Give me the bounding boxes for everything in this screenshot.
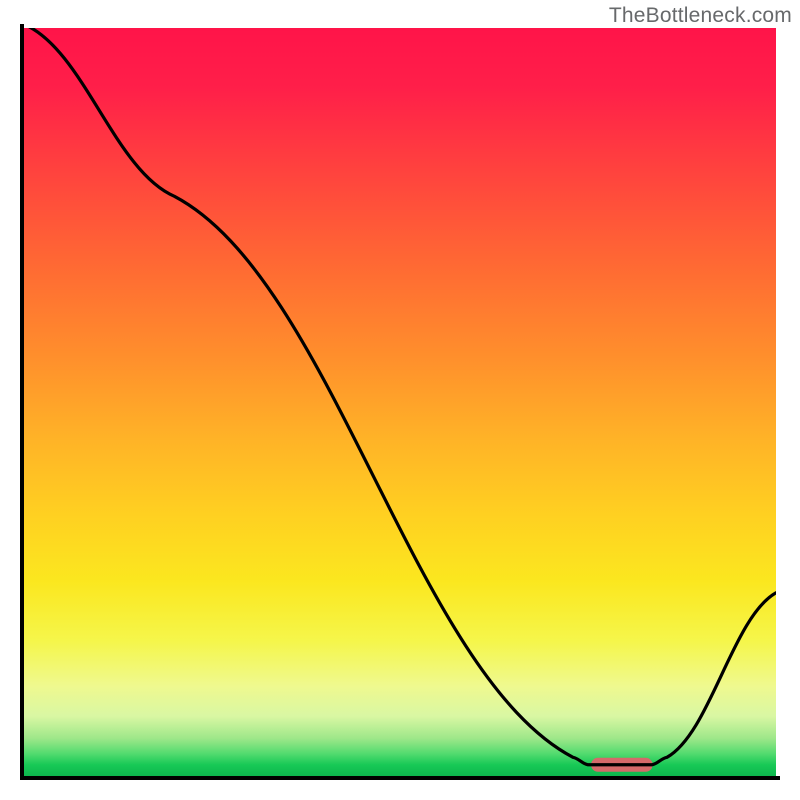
x-axis: [20, 776, 780, 780]
chart-overlay: [24, 28, 776, 776]
watermark-text: TheBottleneck.com: [609, 4, 792, 28]
metric-curve: [24, 28, 776, 765]
chart-frame: TheBottleneck.com: [0, 0, 800, 800]
